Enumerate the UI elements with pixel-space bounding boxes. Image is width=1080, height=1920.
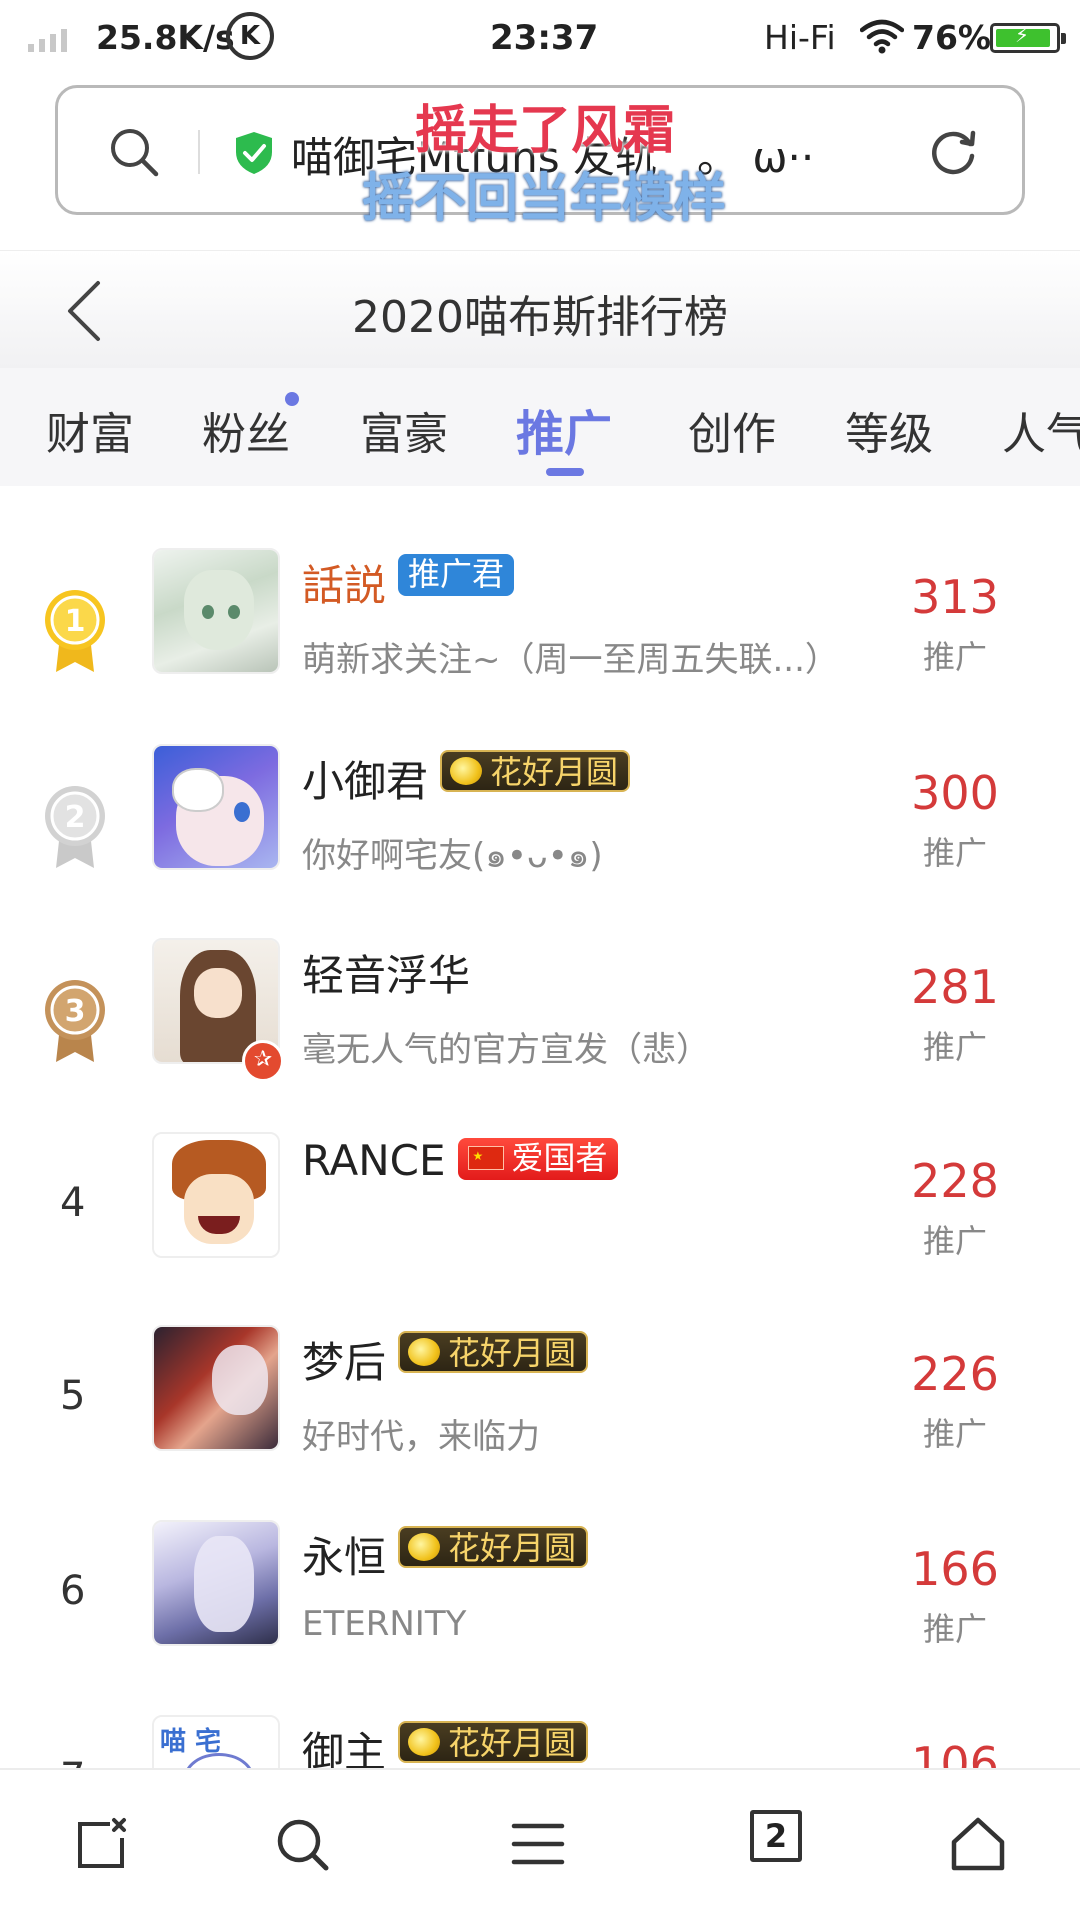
address-divider xyxy=(198,130,200,174)
svg-text:2: 2 xyxy=(65,800,86,835)
coin-icon xyxy=(408,1533,441,1561)
home-icon[interactable] xyxy=(948,1814,1008,1874)
score-label: 推广 xyxy=(922,1610,987,1648)
silver-medal-icon: 2 xyxy=(45,786,105,868)
avatar[interactable]: 喵 宅 xyxy=(152,1715,280,1768)
avatar[interactable] xyxy=(152,1325,280,1451)
user-signature: 你好啊宅友(๑•ᴗ•๑) xyxy=(302,836,603,876)
vip-star-badge: ✰ xyxy=(242,1040,284,1082)
score-value: 281 xyxy=(911,960,999,1014)
signal-icon xyxy=(28,24,67,52)
page-title: 2020喵布斯排行榜 xyxy=(352,292,728,343)
secure-shield-icon xyxy=(236,132,272,174)
ranking-row[interactable]: 7 喵 宅 御主 花好月圆 106 xyxy=(0,1715,1080,1768)
status-bar: 25.8K/s K 23:37 Hi-Fi 76% ⚡ xyxy=(0,0,1080,78)
k-app-icon: K xyxy=(226,12,274,60)
rank-number: 5 xyxy=(60,1373,86,1419)
avatar[interactable] xyxy=(152,1132,280,1258)
username[interactable]: 小御君 xyxy=(302,748,428,809)
username[interactable]: 御主 xyxy=(302,1719,386,1768)
tab-wealth[interactable]: 财富 xyxy=(46,398,134,462)
username[interactable]: 轻音浮华 xyxy=(302,942,470,1003)
rank-number: 7 xyxy=(60,1755,85,1768)
ranking-row[interactable]: 2 小御君 花好月圆 你好啊宅友(๑•ᴗ•๑) 300 推广 xyxy=(0,744,1080,940)
score-label: 推广 xyxy=(922,1222,987,1260)
refresh-icon[interactable] xyxy=(926,126,980,180)
score-value: 313 xyxy=(911,570,999,624)
hifi-indicator: Hi-Fi xyxy=(764,18,836,57)
user-signature: 萌新求关注~（周一至周五失联...） xyxy=(302,640,839,680)
tab-fans-notification-dot xyxy=(285,392,299,406)
battery-percent: 76% xyxy=(912,18,991,57)
search-icon[interactable] xyxy=(108,126,160,178)
rank-number: 6 xyxy=(60,1568,86,1614)
coin-icon xyxy=(450,757,483,785)
tab-level[interactable]: 等级 xyxy=(845,398,933,462)
score-label: 推广 xyxy=(922,1028,987,1066)
svg-text:1: 1 xyxy=(65,604,86,639)
bottom-navigation: 2 xyxy=(0,1768,1080,1920)
ranking-row[interactable]: 3 ✰ 轻音浮华 毫无人气的官方宣发（悲） 281 推广 xyxy=(0,938,1080,1134)
coin-icon xyxy=(408,1338,441,1366)
score-value: 300 xyxy=(911,766,999,820)
title-badge: 花好月圆 xyxy=(398,1331,589,1373)
active-tab-indicator xyxy=(546,468,584,476)
tabs-count-button[interactable]: 2 xyxy=(750,1810,802,1862)
category-tabs: 财富 粉丝 富豪 推广 创作 等级 人气 xyxy=(0,368,1080,486)
menu-icon[interactable] xyxy=(508,1814,568,1874)
score-value: 226 xyxy=(911,1347,999,1401)
title-badge: 花好月圆 xyxy=(440,750,631,792)
wifi-icon xyxy=(860,19,904,54)
score-value: 228 xyxy=(911,1154,999,1208)
title-badge: 花好月圆 xyxy=(398,1721,589,1763)
title-badge: 花好月圆 xyxy=(398,1526,589,1568)
ranking-row[interactable]: 4 RANCE ★ 爱国者 228 推广 xyxy=(0,1132,1080,1328)
avatar[interactable] xyxy=(152,1520,280,1646)
username[interactable]: 梦后 xyxy=(302,1329,386,1390)
username[interactable]: RANCE xyxy=(302,1136,446,1185)
battery-icon: ⚡ xyxy=(990,23,1066,53)
title-badge: 推广君 xyxy=(398,554,515,596)
user-signature: ETERNITY xyxy=(302,1604,467,1644)
avatar[interactable] xyxy=(152,548,280,674)
avatar[interactable] xyxy=(152,744,280,870)
ranking-row[interactable]: 5 梦后 花好月圆 好时代，来临力 226 推广 xyxy=(0,1325,1080,1521)
china-flag-icon: ★ xyxy=(467,1146,504,1170)
clock: 23:37 xyxy=(490,18,599,58)
user-signature: 毫无人气的官方宣发（悲） xyxy=(302,1030,710,1070)
bronze-medal-icon: 3 xyxy=(45,980,105,1062)
score-label: 推广 xyxy=(922,638,987,676)
ranking-row[interactable]: 6 永恒 花好月圆 ETERNITY 166 推广 xyxy=(0,1520,1080,1716)
tab-promotion[interactable]: 推广 xyxy=(516,394,612,464)
gold-medal-icon: 1 xyxy=(45,590,105,672)
search-icon[interactable] xyxy=(272,1814,332,1874)
score-label: 推广 xyxy=(922,834,987,872)
username[interactable]: 永恒 xyxy=(302,1524,386,1585)
close-page-icon[interactable] xyxy=(72,1814,132,1874)
tab-popularity[interactable]: 人气 xyxy=(1002,398,1080,462)
tab-rich[interactable]: 富豪 xyxy=(360,398,448,462)
svg-text:3: 3 xyxy=(65,994,86,1029)
title-badge: ★ 爱国者 xyxy=(457,1138,618,1180)
score-value: 166 xyxy=(911,1542,999,1596)
tab-creation[interactable]: 创作 xyxy=(688,398,776,462)
user-signature: 好时代，来临力 xyxy=(302,1417,540,1457)
ranking-row[interactable]: 1 話説 推广君 萌新求关注~（周一至周五失联...） 313 推广 xyxy=(0,548,1080,744)
danmaku-overlay-1: 摇走了风霜 xyxy=(415,101,676,161)
danmaku-overlay-2: 摇不回当年模样 xyxy=(362,169,727,229)
coin-icon xyxy=(408,1728,441,1756)
score-label: 推广 xyxy=(922,1415,987,1453)
tab-fans[interactable]: 粉丝 xyxy=(202,398,290,462)
network-speed: 25.8K/s xyxy=(96,18,235,57)
score-value: 106 xyxy=(911,1737,999,1768)
page-header: 2020喵布斯排行榜 xyxy=(0,250,1080,368)
username[interactable]: 話説 xyxy=(302,552,386,613)
rank-number: 4 xyxy=(60,1180,86,1226)
